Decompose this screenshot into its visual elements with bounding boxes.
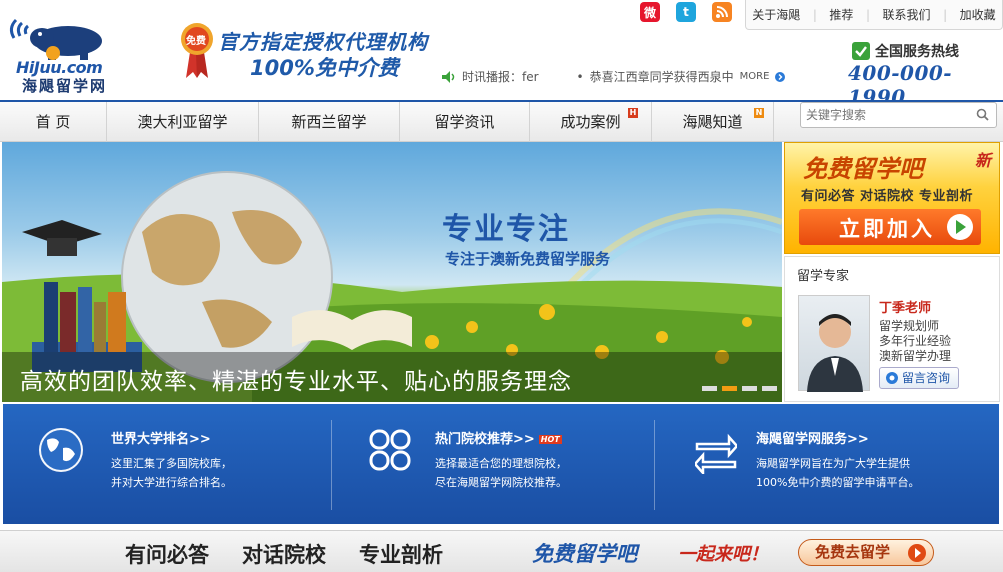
slogan-no-fee: 100%免中介费 — [250, 56, 399, 80]
feature-rankings-desc-line1: 这里汇集了多国院校库， — [111, 457, 232, 470]
new-badge: N — [754, 108, 764, 118]
link-bookmark[interactable]: 加收藏 — [960, 6, 996, 23]
feature-hot-schools-desc: 选择最适合您的理想院校， 尽在海飓留学网院校推荐。 — [435, 454, 567, 492]
promo-subtitle: 有问必答 对话院校 专业剖析 — [801, 189, 974, 204]
feature-hot-schools-title-text: 热门院校推荐>> — [435, 432, 535, 447]
news-ticker: 时讯播报：fer • 恭喜江西章同学获得西泉中 MORE — [442, 68, 786, 85]
more-arrow-icon[interactable] — [775, 71, 786, 82]
go-study-free-label: 免费去留学 — [815, 543, 891, 561]
slide-indicators — [702, 386, 777, 391]
bottom-item-qa[interactable]: 有问必答 — [125, 539, 209, 569]
nav-knowledge[interactable]: 海飓知道 N — [652, 102, 774, 142]
bottom-item-majors[interactable]: 专业剖析 — [359, 539, 443, 569]
nav-knowledge-label: 海飓知道 — [682, 113, 743, 131]
feature-services-desc: 海飓留学网旨在为广大学生提供 100%免中介费的留学申请平台。 — [756, 454, 919, 492]
features-band: 世界大学排名>> 这里汇集了多国院校库， 并对大学进行综合排名。 热门院校推荐>… — [3, 404, 999, 524]
link-recommend[interactable]: 推荐 — [829, 6, 853, 23]
hot-badge: H — [628, 108, 638, 118]
badge-text: 免费 — [186, 36, 206, 47]
slide-dot[interactable] — [762, 386, 777, 391]
expert-panel: 留学专家 丁季老师 留学规划师 多年行业经验 澳新留学办理 留言咨询 — [784, 256, 1000, 402]
expert-specialty: 澳新留学办理 — [879, 349, 952, 363]
feature-hot-schools-desc-line1: 选择最适合您的理想院校， — [435, 457, 567, 470]
search-box — [800, 102, 997, 128]
hot-badge: HOT — [538, 435, 562, 444]
banner-subtitle: 专注于澳新免费留学服务 — [445, 250, 611, 268]
social-links: 微 t — [640, 2, 732, 24]
news-more-link[interactable]: MORE — [740, 71, 770, 82]
message-icon — [886, 372, 898, 384]
feature-services-desc-line1: 海飓留学网旨在为广大学生提供 — [756, 457, 910, 470]
banner-caption-text: 高效的团队效率、精湛的专业水平、贴心的服务理念 — [20, 369, 572, 395]
bottom-together-label: 一起来吧！ — [678, 544, 768, 565]
nav-new-zealand[interactable]: 新西兰留学 — [259, 102, 400, 142]
join-now-label: 立即加入 — [839, 217, 935, 241]
nav-news[interactable]: 留学资讯 — [400, 102, 530, 142]
bottom-item-schools[interactable]: 对话院校 — [242, 539, 326, 569]
feature-hot-schools[interactable]: 热门院校推荐>> HOT 选择最适合您的理想院校， 尽在海飓留学网院校推荐。 — [332, 404, 654, 524]
hotline-label-text: 全国服务热线 — [875, 44, 959, 60]
expert-heading: 留学专家 — [797, 269, 850, 284]
search-icon[interactable] — [976, 108, 990, 122]
promo-title: 免费留学吧 — [803, 155, 923, 183]
join-now-button[interactable]: 立即加入 — [799, 209, 981, 245]
bottom-free-label: 免费留学吧 — [532, 542, 637, 566]
rss-icon[interactable] — [712, 2, 732, 22]
feature-hot-schools-title[interactable]: 热门院校推荐>> HOT — [435, 428, 562, 447]
nav-success-cases[interactable]: 成功案例 H — [530, 102, 652, 142]
go-study-free-button[interactable]: 免费去留学 — [798, 539, 934, 566]
divider: | — [812, 7, 817, 22]
clover-icon — [369, 429, 411, 471]
feature-hot-schools-desc-line2: 尽在海飓留学网院校推荐。 — [435, 476, 567, 489]
divider: | — [943, 7, 948, 22]
banner-title: 专业专注 — [442, 212, 570, 247]
logo-chinese-text: 海飓留学网 — [22, 77, 108, 95]
leave-message-button[interactable]: 留言咨询 — [879, 367, 959, 389]
slogan-authorized: 官方指定授权代理机构 — [218, 30, 428, 54]
arrow-right-icon — [908, 544, 926, 562]
tencent-weibo-icon[interactable]: t — [676, 2, 696, 22]
top-links: 关于海飓 | 推荐 | 联系我们 | 加收藏 — [745, 0, 1003, 30]
divider: | — [865, 7, 870, 22]
news-label: 时讯播报：fer — [462, 70, 539, 84]
feature-rankings-desc-line2: 并对大学进行综合排名。 — [111, 476, 232, 489]
arrow-right-icon — [947, 214, 973, 240]
leave-message-label: 留言咨询 — [902, 371, 951, 385]
globe-icon — [39, 428, 83, 472]
bottom-promo-bar: 有问必答 对话院校 专业剖析 免费留学吧 一起来吧！ 免费去留学 — [0, 530, 1003, 572]
banner-caption: 高效的团队效率、精湛的专业水平、贴心的服务理念 — [2, 352, 782, 402]
site-header: HiJuu.com 海飓留学网 免费 官方指定授权代理机构 100%免中介费 微… — [0, 0, 1003, 109]
link-contact[interactable]: 联系我们 — [883, 6, 931, 23]
feature-rankings-desc: 这里汇集了多国院校库， 并对大学进行综合排名。 — [111, 454, 232, 492]
free-study-promo: 免费留学吧 新 有问必答 对话院校 专业剖析 立即加入 — [784, 142, 1000, 254]
nav-home[interactable]: 首 页 — [0, 102, 107, 142]
check-icon — [852, 42, 870, 60]
feature-rankings-title[interactable]: 世界大学排名>> — [111, 428, 211, 447]
nav-success-cases-label: 成功案例 — [560, 113, 621, 131]
feature-services-desc-line2: 100%免中介费的留学申请平台。 — [756, 476, 920, 489]
news-bullet: • — [576, 69, 584, 84]
expert-avatar[interactable] — [798, 295, 870, 392]
free-medal-icon: 免费 — [180, 22, 214, 80]
nav-australia[interactable]: 澳大利亚留学 — [107, 102, 259, 142]
expert-name[interactable]: 丁季老师 — [879, 297, 931, 316]
speaker-icon — [442, 70, 455, 83]
promo-new-tag: 新 — [975, 151, 992, 170]
page: HiJuu.com 海飓留学网 免费 官方指定授权代理机构 100%免中介费 微… — [0, 0, 1003, 572]
slide-dot-active[interactable] — [722, 386, 737, 391]
weibo-icon[interactable]: 微 — [640, 2, 660, 22]
slide-dot[interactable] — [702, 386, 717, 391]
exchange-arrows-icon — [695, 433, 737, 474]
slide-dot[interactable] — [742, 386, 757, 391]
link-about[interactable]: 关于海飓 — [752, 6, 800, 23]
feature-services-title[interactable]: 海飓留学网服务>> — [756, 428, 869, 447]
site-logo[interactable]: HiJuu.com 海飓留学网 — [6, 8, 116, 95]
news-item[interactable]: 恭喜江西章同学获得西泉中 — [590, 68, 734, 85]
feature-services[interactable]: 海飓留学网服务>> 海飓留学网旨在为广大学生提供 100%免中介费的留学申请平台… — [655, 404, 999, 524]
hero-banner[interactable]: 专业专注 专注于澳新免费留学服务 高效的团队效率、精湛的专业水平、贴心的服务理念 — [2, 142, 782, 402]
search-input[interactable] — [806, 105, 966, 125]
feature-rankings[interactable]: 世界大学排名>> 这里汇集了多国院校库， 并对大学进行综合排名。 — [3, 404, 331, 524]
hotline-label: 全国服务热线 — [852, 41, 959, 61]
